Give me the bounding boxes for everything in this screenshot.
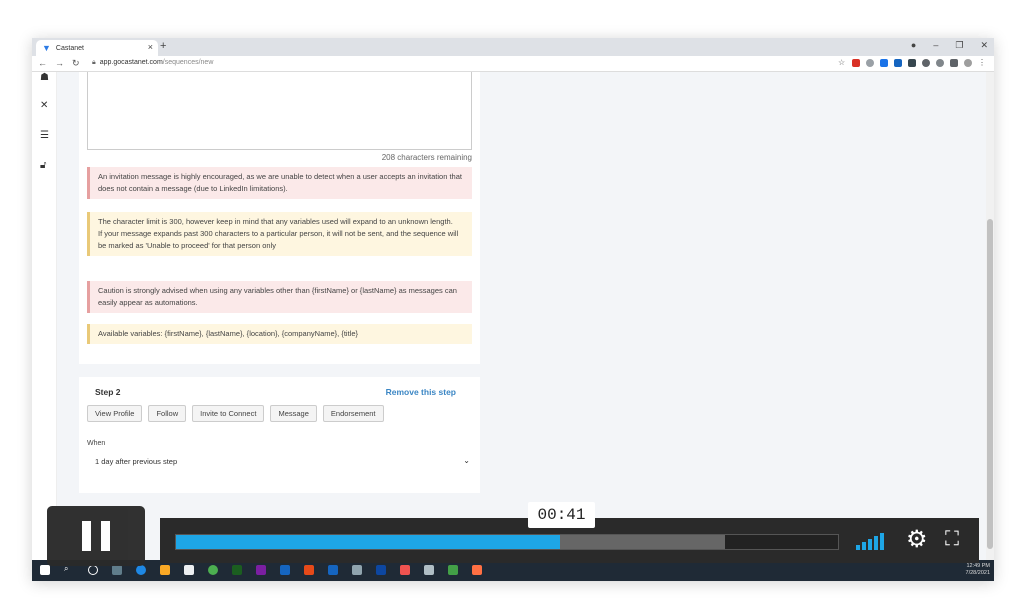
pause-button[interactable] <box>47 506 145 566</box>
back-icon[interactable]: ← <box>38 58 47 69</box>
view-profile-button[interactable]: View Profile <box>87 405 143 422</box>
alert-char-limit-text-2: If your message expands past 300 charact… <box>98 229 459 250</box>
played-fill <box>176 535 560 549</box>
clock-time: 12:49 PM <box>966 563 990 569</box>
puzzle-icon[interactable] <box>950 59 958 67</box>
sidebar: ☗ ✕ ☰ 🔓︎ <box>32 72 57 560</box>
lock-icon: 🔒︎ <box>92 59 96 66</box>
extension-icon[interactable] <box>894 59 902 67</box>
avatar[interactable] <box>964 59 972 67</box>
settings-gear-icon[interactable]: ⚙ <box>906 528 928 552</box>
step-title: Step 2 <box>95 387 121 397</box>
pause-icon <box>101 521 110 551</box>
invite-to-connect-button[interactable]: Invite to Connect <box>192 405 265 422</box>
app-icon[interactable] <box>448 565 458 575</box>
message-button[interactable]: Message <box>270 405 317 422</box>
extension-icon[interactable] <box>908 59 916 67</box>
alert-char-limit-text: The character limit is 300, however keep… <box>98 217 453 226</box>
follow-button[interactable]: Follow <box>148 405 187 422</box>
when-select-value: 1 day after previous step <box>95 457 178 466</box>
app-icon[interactable] <box>352 565 362 575</box>
cortana-icon[interactable] <box>88 565 98 575</box>
pause-icon <box>82 521 91 551</box>
alert-variables: Available variables: {firstName}, {lastN… <box>87 324 472 344</box>
message-textarea[interactable] <box>87 72 472 150</box>
scrollbar-thumb[interactable] <box>987 219 993 549</box>
windows-taskbar: ⌕ 12:49 PM 7/28/2021 <box>32 560 994 581</box>
browser-tab[interactable]: ▼ Castanet × <box>36 40 158 56</box>
extension-icon[interactable] <box>866 59 874 67</box>
reload-icon[interactable]: ↻ <box>72 58 80 69</box>
menu-icon[interactable]: ⋮ <box>978 59 986 67</box>
fullscreen-icon[interactable]: ⛶ <box>945 529 959 549</box>
extension-icon[interactable] <box>852 59 860 67</box>
extension-icon[interactable] <box>880 59 888 67</box>
tab-close-icon[interactable]: × <box>148 42 153 52</box>
remove-step-link[interactable]: Remove this step <box>386 387 456 397</box>
edge-icon[interactable] <box>136 565 146 575</box>
chars-remaining: 208 characters remaining <box>381 153 472 162</box>
excel-icon[interactable] <box>232 565 242 575</box>
extensions-bar: ☆ ⋮ <box>838 59 986 67</box>
sidebar-sliders-icon[interactable]: ☰ <box>40 130 49 141</box>
extension-icon[interactable] <box>936 59 944 67</box>
alert-char-limit: The character limit is 300, however keep… <box>87 212 472 256</box>
chrome-icon[interactable] <box>208 565 218 575</box>
endorsement-button[interactable]: Endorsement <box>322 405 384 422</box>
url-host: app.gocastanet.com <box>99 59 163 66</box>
outlook-icon[interactable] <box>376 565 386 575</box>
star-icon[interactable]: ☆ <box>838 59 846 67</box>
seek-bar[interactable] <box>175 534 839 550</box>
when-label: When <box>87 440 106 447</box>
app-icon[interactable] <box>424 565 434 575</box>
sidebar-user-icon[interactable]: ☗ <box>40 72 49 83</box>
powerpoint-icon[interactable] <box>304 565 314 575</box>
video-time-tooltip: 00:41 <box>528 502 595 528</box>
start-icon[interactable] <box>40 565 50 575</box>
sidebar-lock-icon[interactable]: 🔓︎ <box>40 160 46 171</box>
volume-icon[interactable] <box>856 533 884 550</box>
action-button-row: View Profile Follow Invite to Connect Me… <box>87 405 384 422</box>
outlook-icon[interactable] <box>280 565 290 575</box>
url-field[interactable]: 🔒︎ app.gocastanet.com/sequences/new <box>92 59 213 67</box>
castanet-logo-icon: ▼ <box>42 43 51 53</box>
chevron-down-icon: ⌄ <box>463 456 470 465</box>
task-view-icon[interactable] <box>112 565 122 575</box>
scrollbar[interactable] <box>986 72 994 560</box>
minimize-icon[interactable]: – <box>933 40 938 51</box>
extension-icon[interactable] <box>922 59 930 67</box>
window-controls: ● – ❐ ✕ <box>911 40 988 51</box>
app-icon[interactable] <box>400 565 410 575</box>
forward-icon[interactable]: → <box>55 58 64 69</box>
screen-frame: ▼ Castanet × + ● – ❐ ✕ ← → ↻ 🔒︎ app.gocas… <box>32 38 994 581</box>
url-path: /sequences/new <box>162 59 214 66</box>
tab-title: Castanet <box>55 44 84 52</box>
app-icon[interactable] <box>472 565 482 575</box>
browser-tab-bar: ▼ Castanet × + ● – ❐ ✕ <box>32 38 994 56</box>
profile-icon[interactable]: ● <box>911 40 916 51</box>
sidebar-x-icon[interactable]: ✕ <box>40 100 48 111</box>
store-icon[interactable] <box>184 565 194 575</box>
onenote-icon[interactable] <box>256 565 266 575</box>
taskbar-clock[interactable]: 12:49 PM 7/28/2021 <box>966 563 990 577</box>
address-bar: ← → ↻ 🔒︎ app.gocastanet.com/sequences/new… <box>32 56 994 72</box>
when-select[interactable]: 1 day after previous step ⌄ <box>87 453 472 471</box>
step2-card: Step 2 Remove this step View Profile Fol… <box>79 377 480 493</box>
close-icon[interactable]: ✕ <box>980 40 988 51</box>
alert-caution: Caution is strongly advised when using a… <box>87 281 472 313</box>
page-content: ☗ ✕ ☰ 🔓︎ 208 characters remaining An inv… <box>32 72 994 560</box>
file-explorer-icon[interactable] <box>160 565 170 575</box>
word-icon[interactable] <box>328 565 338 575</box>
clock-date: 7/28/2021 <box>965 570 990 576</box>
step1-card: 208 characters remaining An invitation m… <box>79 72 480 364</box>
new-tab-icon[interactable]: + <box>160 40 166 52</box>
restore-icon[interactable]: ❐ <box>955 40 963 51</box>
alert-invitation: An invitation message is highly encourag… <box>87 167 472 199</box>
